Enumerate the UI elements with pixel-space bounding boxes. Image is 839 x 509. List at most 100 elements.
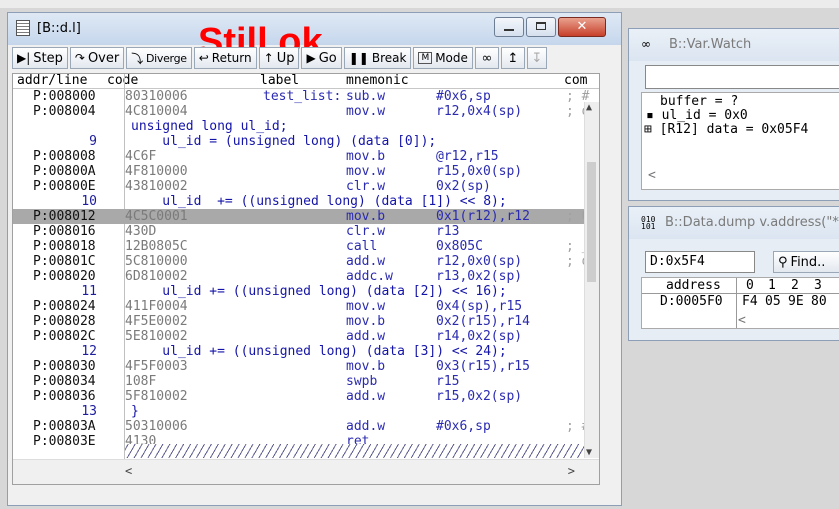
dump-byte-2[interactable]: 9E <box>788 294 804 309</box>
row-address: P:00800E <box>33 179 96 194</box>
scroll-up-icon[interactable]: ▲ <box>586 102 592 113</box>
dump-row[interactable]: D:0005F0 F4 05 9E 80 <box>642 294 839 309</box>
source-line-row[interactable]: unsigned long ul_id; <box>13 119 599 134</box>
disassembly-row[interactable]: P:008020 6D810002 addc.w r13,0x2(sp) <box>13 269 599 284</box>
row-address: P:00803E <box>33 434 96 449</box>
row-operands: 0x2(r15),r14 <box>436 314 530 329</box>
row-operands: 0x2(sp) <box>436 179 491 194</box>
source-line-row[interactable]: 13} <box>13 404 599 419</box>
diverge-button[interactable]: ⤵ Diverge <box>126 47 192 69</box>
break-button[interactable]: ❚❚ Break <box>343 47 412 69</box>
row-address: P:00802C <box>33 329 96 344</box>
disassembly-row[interactable]: P:008004 4C810004 mov.w r12,0x4(sp); d <box>13 104 599 119</box>
down-stack-button[interactable]: ↧ <box>526 47 547 69</box>
disassembly-row[interactable]: P:008024 411F0004 mov.w 0x4(sp),r15 <box>13 299 599 314</box>
disassembly-row[interactable]: P:00802C 5E810002 add.w r14,0x2(sp) <box>13 329 599 344</box>
row-address: P:00803A <box>33 419 96 434</box>
source-line-row[interactable]: 12 ul_id += ((unsigned long) (data [3]) … <box>13 344 599 359</box>
scroll-down-icon[interactable]: ▼ <box>586 447 592 458</box>
top-strip <box>0 0 839 8</box>
row-address: P:008036 <box>33 389 96 404</box>
scroll-right-icon[interactable]: > <box>568 464 575 478</box>
col-addr-header[interactable]: addr/line <box>17 74 87 88</box>
address-input[interactable]: D:0x5F4 <box>645 251 755 273</box>
source-line-row[interactable]: 9 ul_id = (unsigned long) (data [0]); <box>13 134 599 149</box>
vertical-scrollbar[interactable]: ▲ ▼ <box>584 102 599 458</box>
disassembly-row[interactable]: P:008016 430D clr.w r13 <box>13 224 599 239</box>
minimize-button[interactable] <box>494 17 524 37</box>
row-opcode: 4C5C0001 <box>125 209 188 224</box>
row-opcode: 108F <box>125 374 157 389</box>
dump-byte-3[interactable]: 80 <box>811 294 827 309</box>
scroll-left-icon[interactable]: < <box>125 464 132 478</box>
source-line-row[interactable]: 10 ul_id += ((unsigned long) (data [1]) … <box>13 194 599 209</box>
disassembly-row[interactable]: P:008000 80310006 test_list: sub.w #0x6,sp; … <box>13 89 599 104</box>
disassembly-row[interactable]: P:008034 108F swpb r15 <box>13 374 599 389</box>
col-code-header[interactable]: code <box>107 74 138 88</box>
listing-panel[interactable]: addr/line code label mnemonic com P:0080… <box>12 73 600 485</box>
over-button[interactable]: ↷ Over <box>69 47 125 69</box>
source-line-row[interactable]: 11 ul_id += ((unsigned long) (data [2]) … <box>13 284 599 299</box>
disassembly-row[interactable]: P:00801C 5C810000 add.w r12,0x0(sp); d <box>13 254 599 269</box>
glasses-icon: ∞ <box>481 50 493 66</box>
dump-table[interactable]: address 0 1 2 3 D:0005F0 F4 05 9E 80 < <box>641 277 839 329</box>
horizontal-scrollbar[interactable]: < > <box>13 459 599 484</box>
maximize-button[interactable] <box>526 17 556 37</box>
view-button[interactable]: ∞ <box>474 47 499 69</box>
up-button[interactable]: ↑ Up <box>258 47 300 69</box>
disassembly-row[interactable]: P:00800E 43810002 clr.w 0x2(sp) <box>13 179 599 194</box>
disassembly-row[interactable]: P:008030 4F5F0003 mov.b 0x3(r15),r15 <box>13 359 599 374</box>
row-address: P:008004 <box>33 104 96 119</box>
watch-line-ul-id[interactable]: ▪ ul_id = 0x0 <box>642 109 839 123</box>
expand-plus-icon[interactable]: ⊞ <box>644 122 652 137</box>
disassembly-row[interactable]: P:00803A 50310006 add.w #0x6,sp; # <box>13 419 599 434</box>
watch-list[interactable]: buffer = ? ▪ ul_id = 0x0 ⊞ [R12] data = … <box>641 92 839 190</box>
dump-col-2: 2 <box>791 278 799 293</box>
disassembly-row[interactable]: P:008018 12B0805C call 0x805C; _ <box>13 239 599 254</box>
disassembly-row[interactable]: P:008008 4C6F mov.b @r12,r15 <box>13 149 599 164</box>
watch-line-buffer[interactable]: buffer = ? <box>642 95 839 109</box>
return-button[interactable]: ↩ Return <box>193 47 257 69</box>
source-line-number: 10 <box>81 194 97 209</box>
watch-input[interactable] <box>645 65 839 89</box>
disassembly-row[interactable]: P:00800A 4F810000 mov.w r15,0x0(sp) <box>13 164 599 179</box>
dump-byte-0[interactable]: F4 <box>742 294 758 309</box>
mode-button[interactable]: M Mode <box>413 47 473 69</box>
maximize-icon <box>536 22 546 30</box>
up-stack-button[interactable]: ↥ <box>500 47 525 69</box>
col-comment-header[interactable]: com <box>564 74 587 88</box>
row-address: P:008024 <box>33 299 96 314</box>
dump-row-address: D:0005F0 <box>660 294 723 309</box>
listing-window-title: [B::d.l] <box>37 21 81 36</box>
row-opcode: 50310006 <box>125 419 188 434</box>
step-button[interactable]: ▶| Step <box>12 47 68 69</box>
watch-line-data[interactable]: ⊞ [R12] data = 0x05F4 <box>642 123 839 137</box>
end-of-code-hatch <box>125 444 585 458</box>
dump-title-bar[interactable]: 010 101 B::Data.dump v.address("* <box>629 207 839 239</box>
col-mnemonic-header[interactable]: mnemonic <box>346 74 409 88</box>
disassembly-row[interactable]: P:008012 4C5C0001 mov.b 0x1(r12),r12; 0 <box>13 209 599 224</box>
listing-title-bar[interactable]: [B::d.l] Still ok ✕ <box>8 13 621 61</box>
go-icon: ▶ <box>306 51 316 65</box>
row-mnemonic: add.w <box>346 419 386 434</box>
watch-title-bar[interactable]: ∞ B::Var.Watch <box>629 29 839 61</box>
disassembly-row[interactable]: P:008036 5F810002 add.w r15,0x2(sp) <box>13 389 599 404</box>
row-operands: r12,0x0(sp) <box>436 254 523 269</box>
scroll-thumb[interactable] <box>587 162 596 282</box>
dump-scroll-left-icon[interactable]: < <box>738 313 746 328</box>
col-label-header[interactable]: label <box>260 74 299 88</box>
dump-col-1: 1 <box>768 278 776 293</box>
close-button[interactable]: ✕ <box>558 17 606 37</box>
row-mnemonic: mov.w <box>346 104 386 119</box>
row-opcode: 411F0004 <box>125 299 188 314</box>
watch-scroll-left-icon[interactable]: < <box>648 169 656 183</box>
mode-icon: M <box>418 52 433 64</box>
diverge-label: Diverge <box>145 51 187 65</box>
disassembly-row[interactable]: P:008028 4F5E0002 mov.b 0x2(r15),r14 <box>13 314 599 329</box>
go-button[interactable]: ▶ Go <box>301 47 342 69</box>
find-button[interactable]: ⚲ Find.. <box>773 251 839 273</box>
row-operands: r12,0x4(sp) <box>436 104 523 119</box>
row-address: P:00800A <box>33 164 96 179</box>
dump-byte-1[interactable]: 05 <box>765 294 781 309</box>
watch-window: ∞ B::Var.Watch buffer = ? ▪ ul_id = 0x0 … <box>628 28 839 201</box>
